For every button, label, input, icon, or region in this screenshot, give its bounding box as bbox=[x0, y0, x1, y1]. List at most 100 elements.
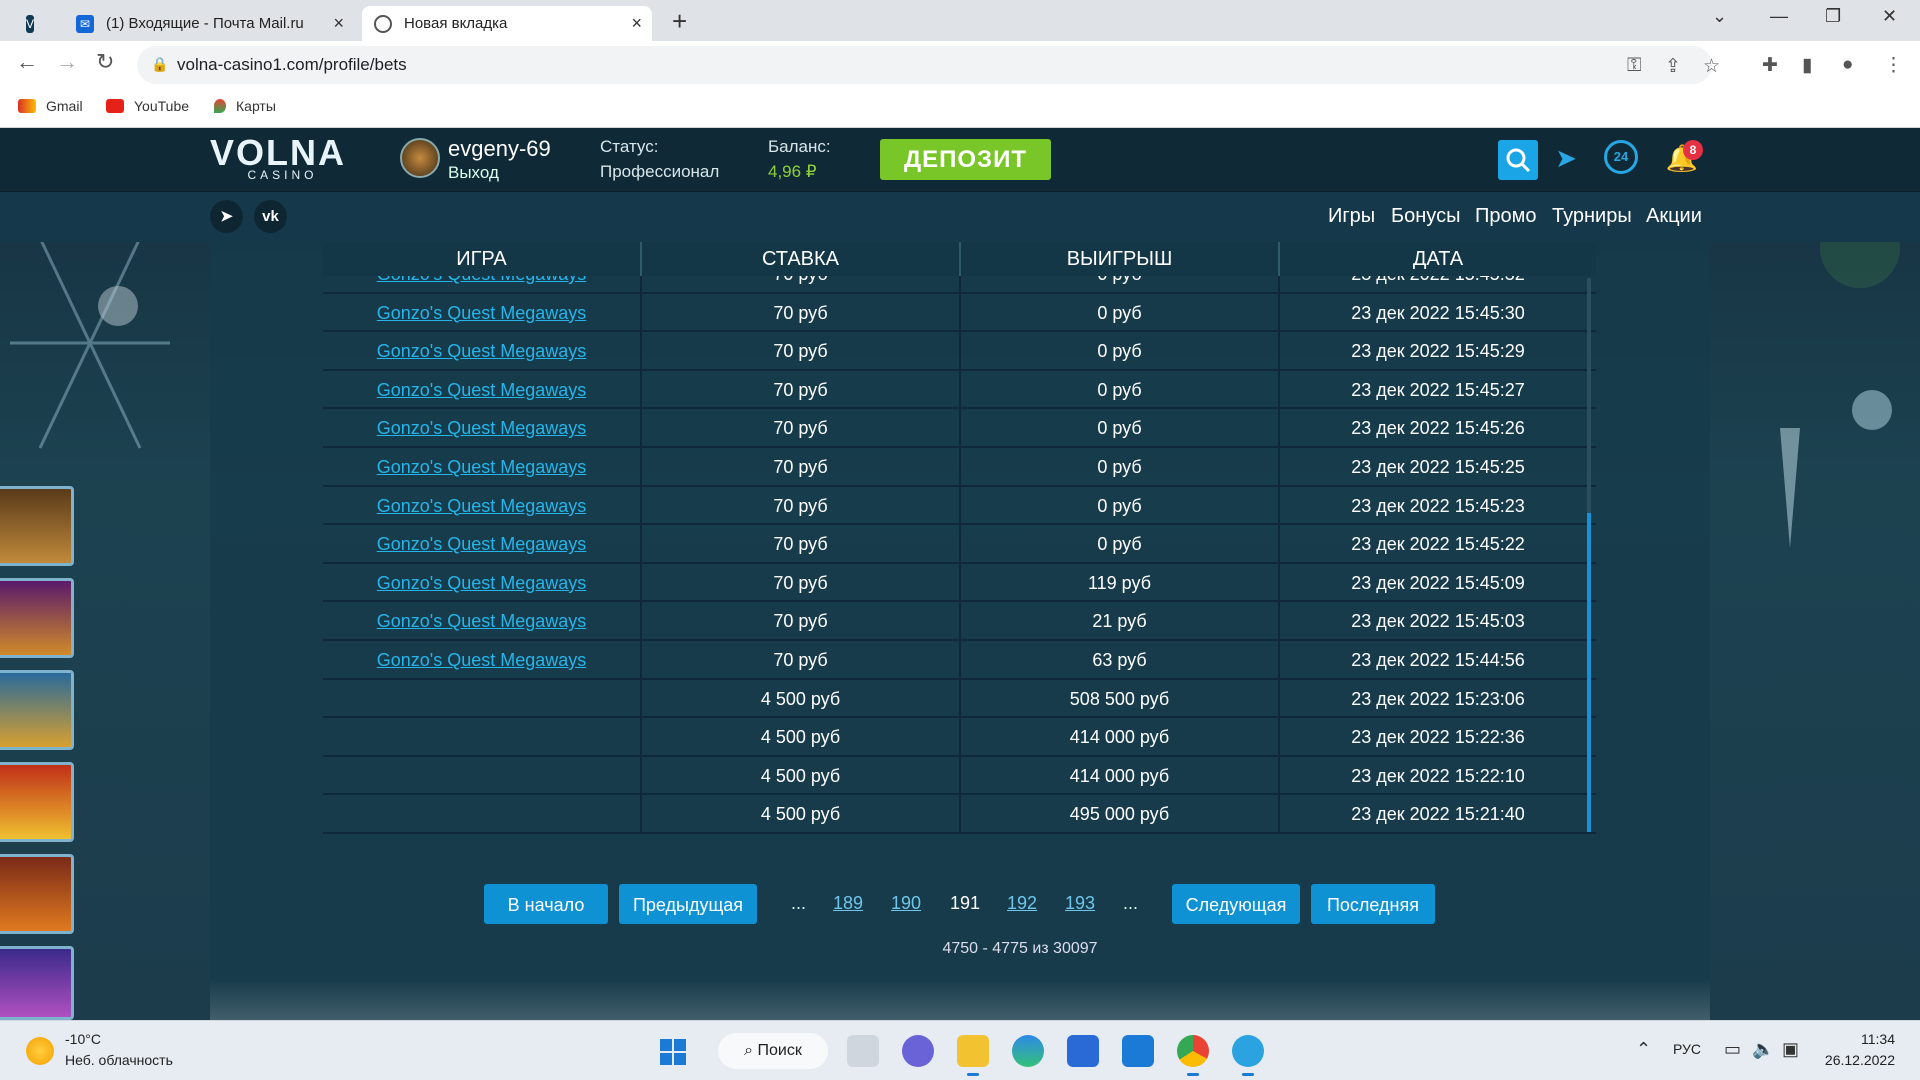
first-page-button[interactable]: В начало bbox=[484, 884, 608, 924]
page-link-190[interactable]: 190 bbox=[891, 893, 921, 914]
telegram-social-icon[interactable]: ➤ bbox=[210, 200, 243, 233]
nav-bonuses[interactable]: Бонусы bbox=[1391, 205, 1460, 228]
close-tab-icon[interactable]: × bbox=[333, 13, 344, 34]
game-link[interactable]: Gonzo's Quest Megaways bbox=[323, 293, 642, 332]
win-amount: 0 руб bbox=[961, 370, 1280, 409]
close-window-icon[interactable]: ✕ bbox=[1882, 6, 1897, 27]
game-thumbnail[interactable] bbox=[0, 946, 74, 1020]
meet-icon[interactable] bbox=[902, 1035, 934, 1067]
game-link[interactable]: Gonzo's Quest Megaways bbox=[323, 525, 642, 564]
game-link[interactable]: Gonzo's Quest Megaways bbox=[323, 448, 642, 486]
game-link[interactable]: Gonzo's Quest Megaways bbox=[323, 602, 642, 641]
file-explorer-icon[interactable] bbox=[957, 1035, 989, 1076]
pagination-ellipsis: ... bbox=[1123, 893, 1139, 913]
game-link[interactable]: Gonzo's Quest Megaways bbox=[323, 486, 642, 525]
game-thumbnail[interactable] bbox=[0, 762, 74, 842]
game-link[interactable]: Gonzo's Quest Megaways bbox=[323, 641, 642, 679]
clock-time[interactable]: 11:34 bbox=[1825, 1031, 1895, 1047]
game-link[interactable]: Gonzo's Quest Megaways bbox=[323, 332, 642, 371]
battery-icon[interactable]: ▣ bbox=[1782, 1039, 1799, 1060]
telegram-icon[interactable]: ➤ bbox=[1548, 140, 1584, 176]
game-link[interactable]: Gonzo's Quest Megaways bbox=[323, 276, 642, 293]
input-language[interactable]: РУС bbox=[1673, 1041, 1701, 1057]
prev-page-button[interactable]: Предыдущая bbox=[619, 884, 757, 924]
table-scrollbar-thumb[interactable] bbox=[1587, 513, 1591, 832]
edge-icon[interactable] bbox=[1012, 1035, 1044, 1067]
game-thumbnail[interactable] bbox=[0, 578, 74, 658]
network-icon[interactable]: ▭ bbox=[1724, 1039, 1741, 1060]
bet-amount: 70 руб bbox=[642, 602, 961, 641]
game-link[interactable]: Gonzo's Quest Megaways bbox=[323, 370, 642, 409]
windows-start-icon[interactable] bbox=[660, 1039, 686, 1065]
last-page-button[interactable]: Последняя bbox=[1311, 884, 1435, 924]
task-view-icon[interactable] bbox=[847, 1035, 879, 1067]
logout-link[interactable]: Выход bbox=[448, 163, 499, 183]
close-tab-icon[interactable]: × bbox=[631, 13, 642, 34]
nav-promotions[interactable]: Акции bbox=[1646, 205, 1702, 228]
page-link-192[interactable]: 192 bbox=[1007, 893, 1037, 914]
store-icon[interactable] bbox=[1067, 1035, 1099, 1067]
win-amount: 21 руб bbox=[961, 602, 1280, 641]
game-link[interactable]: Gonzo's Quest Megaways bbox=[323, 563, 642, 602]
weather-icon[interactable] bbox=[26, 1037, 54, 1065]
url-text: volna-casino1.com/profile/bets bbox=[177, 55, 407, 74]
bookmark-star-icon[interactable]: ☆ bbox=[1703, 55, 1720, 78]
game-link bbox=[323, 756, 642, 795]
address-bar: ← → ↻ 🔒 volna-casino1.com/profile/bets ⚿… bbox=[0, 41, 1920, 90]
new-tab-button[interactable]: + bbox=[672, 6, 687, 37]
nav-games[interactable]: Игры bbox=[1328, 205, 1375, 228]
minimize-icon[interactable]: — bbox=[1770, 6, 1788, 27]
side-panel-icon[interactable]: ▮ bbox=[1802, 54, 1812, 77]
volna-logo[interactable]: VOLNA CASINO bbox=[210, 134, 355, 183]
page-link-193[interactable]: 193 bbox=[1065, 893, 1095, 914]
game-link[interactable]: Gonzo's Quest Megaways bbox=[323, 409, 642, 448]
game-thumbnail[interactable] bbox=[0, 670, 74, 750]
username[interactable]: evgeny-69 bbox=[448, 136, 551, 162]
bookmark-youtube[interactable]: YouTube bbox=[106, 98, 189, 114]
nav-promo[interactable]: Промо bbox=[1475, 205, 1537, 228]
tray-chevron-icon[interactable]: ⌃ bbox=[1636, 1039, 1651, 1060]
bookmark-maps[interactable]: Карты bbox=[214, 98, 276, 114]
bookmark-gmail[interactable]: Gmail bbox=[18, 98, 83, 114]
extensions-icon[interactable]: ✚ bbox=[1762, 54, 1778, 77]
deposit-button[interactable]: ДЕПОЗИТ bbox=[880, 139, 1051, 180]
key-icon[interactable]: ⚿ bbox=[1627, 55, 1641, 77]
current-page: 191 bbox=[950, 893, 981, 913]
taskbar-search-button[interactable]: ⌕ Поиск bbox=[718, 1033, 828, 1069]
game-thumbnail[interactable] bbox=[0, 854, 74, 934]
weather-temperature[interactable]: -10°C bbox=[65, 1031, 101, 1047]
game-thumbnail[interactable] bbox=[0, 486, 74, 566]
vk-social-icon[interactable]: vk bbox=[254, 200, 287, 233]
share-icon[interactable]: ⇪ bbox=[1665, 55, 1681, 78]
tab-mail[interactable]: ✉ (1) Входящие - Почта Mail.ru × bbox=[64, 6, 354, 41]
casino-page: VOLNA CASINO evgeny-69 Выход Статус: Про… bbox=[0, 128, 1920, 1020]
chrome-icon[interactable] bbox=[1177, 1035, 1209, 1076]
weather-condition[interactable]: Неб. облачность bbox=[65, 1052, 173, 1068]
tab-new[interactable]: Новая вкладка × bbox=[362, 6, 652, 41]
volume-icon[interactable]: 🔈 bbox=[1752, 1039, 1774, 1060]
table-row: Gonzo's Quest Megaways70 руб0 руб23 дек … bbox=[323, 276, 1596, 294]
tab-volna[interactable]: V bbox=[16, 6, 56, 41]
avatar[interactable] bbox=[400, 138, 440, 178]
forward-icon[interactable]: → bbox=[56, 49, 78, 75]
results-range: 4750 - 4775 из 30097 bbox=[942, 940, 1098, 957]
icicle-ornament bbox=[1780, 428, 1800, 548]
telegram-app-icon[interactable] bbox=[1232, 1035, 1264, 1076]
nav-tournaments[interactable]: Турниры bbox=[1552, 205, 1632, 228]
bookmark-maps-label: Карты bbox=[236, 98, 276, 114]
next-page-button[interactable]: Следующая bbox=[1172, 884, 1300, 924]
profile-icon[interactable]: ● bbox=[1842, 54, 1853, 76]
tab-search-chevron-icon[interactable]: ⌄ bbox=[1712, 6, 1727, 27]
table-row: Gonzo's Quest Megaways 70 руб 119 руб 23 де… bbox=[323, 563, 1596, 603]
menu-icon[interactable]: ⋮ bbox=[1884, 54, 1903, 77]
win-amount: 63 руб bbox=[961, 641, 1280, 679]
back-icon[interactable]: ← bbox=[16, 49, 38, 75]
search-button[interactable] bbox=[1498, 140, 1538, 180]
reload-icon[interactable]: ↻ bbox=[96, 49, 114, 75]
maximize-icon[interactable]: ❐ bbox=[1825, 6, 1841, 27]
clock-date[interactable]: 26.12.2022 bbox=[1805, 1052, 1895, 1068]
support-24-icon[interactable]: 24 bbox=[1604, 140, 1638, 174]
url-field[interactable]: 🔒 volna-casino1.com/profile/bets ⚿ ⇪ ☆ bbox=[137, 46, 1720, 84]
page-link-189[interactable]: 189 bbox=[833, 893, 863, 914]
mail-icon[interactable] bbox=[1122, 1035, 1154, 1067]
